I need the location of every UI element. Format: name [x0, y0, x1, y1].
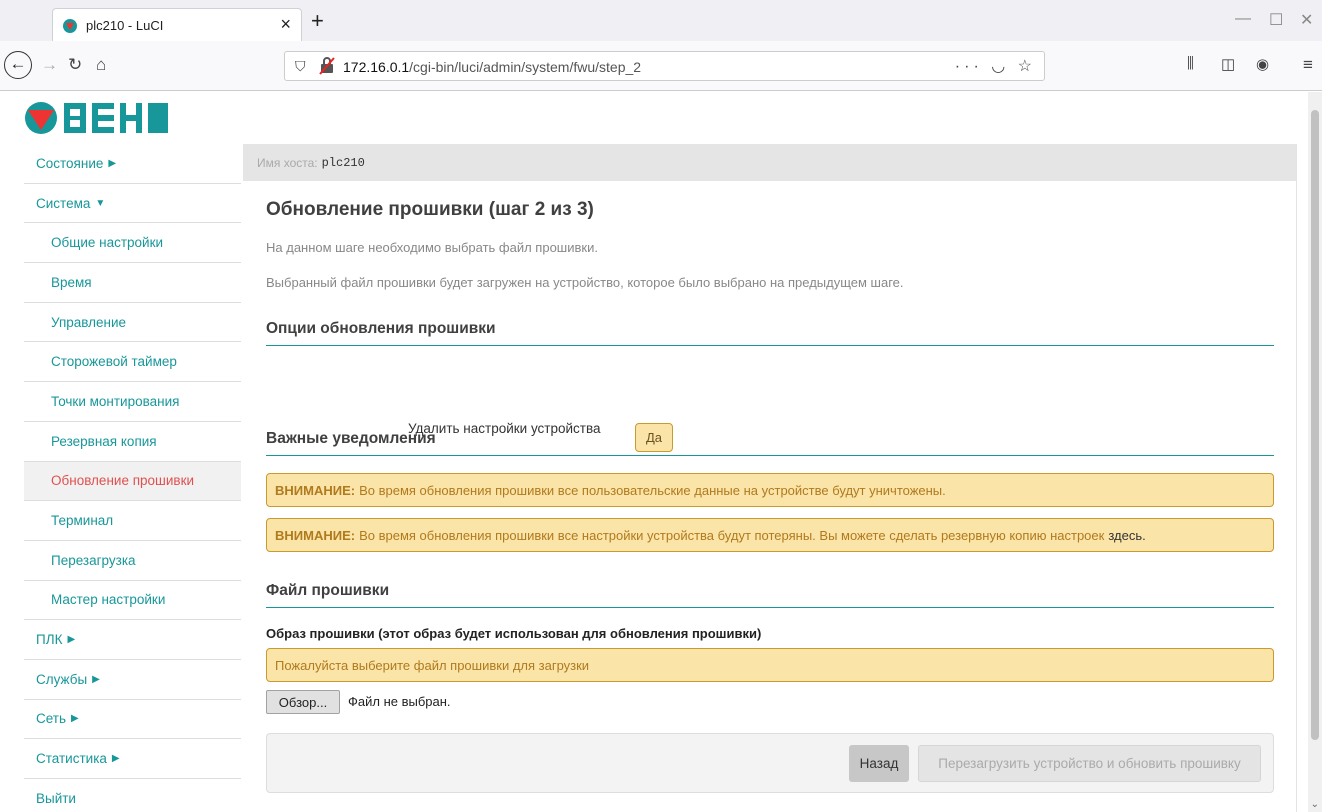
caret-right-icon: ▶ — [108, 157, 117, 169]
sidebar-item-services[interactable]: Службы ▶ — [24, 659, 241, 700]
caret-down-icon: ▼ — [95, 197, 106, 209]
warning-data-loss: ВНИМАНИЕ: Во время обновления прошивки вс… — [266, 473, 1274, 507]
new-tab-icon[interactable]: + — [311, 10, 324, 32]
sidebar: Состояние ▶ Система ▼ Общие настройки Врем… — [24, 144, 241, 812]
sidebar-item-firmware-update[interactable]: Обновление прошивки — [24, 461, 241, 502]
sidebar-item-watchdog[interactable]: Сторожевой таймер — [24, 342, 241, 383]
menu-icon[interactable]: ≡ — [1303, 55, 1313, 75]
close-tab-icon[interactable]: × — [280, 14, 291, 34]
maximize-icon[interactable]: ☐ — [1269, 10, 1283, 30]
sidebar-toggle-icon[interactable]: ◫ — [1221, 55, 1235, 73]
sidebar-item-general[interactable]: Общие настройки — [24, 223, 241, 264]
step-description: На данном шаге необходимо выбрать файл п… — [266, 240, 598, 255]
oven-logo — [25, 102, 168, 134]
favicon-icon — [63, 19, 77, 33]
browser-tabbar: plc210 - LuCI × + — ☐ ✕ — [0, 0, 1322, 42]
sidebar-item-reboot[interactable]: Перезагрузка — [24, 540, 241, 581]
firmware-image-label: Образ прошивки (этот образ будет использ… — [266, 626, 762, 641]
tab-title: plc210 - LuCI — [86, 18, 164, 33]
sidebar-item-system[interactable]: Система ▼ — [24, 183, 241, 224]
page: ^ Состояние▶ Система▼ Общие настройки Вр… — [0, 92, 1322, 812]
sidebar-item-setup-wizard[interactable]: Мастер настройки — [24, 580, 241, 621]
minimize-icon[interactable]: — — [1235, 10, 1251, 28]
hostname-value: plc210 — [321, 155, 365, 170]
insecure-lock-icon[interactable] — [319, 57, 335, 75]
select-file-hint: Пожалуйста выберите файл прошивки для за… — [266, 648, 1274, 682]
sidebar-item-administration[interactable]: Управление — [24, 302, 241, 343]
sidebar-item-time[interactable]: Время — [24, 263, 241, 303]
options-heading: Опции обновления прошивки — [266, 320, 1274, 346]
sidebar-item-terminal[interactable]: Терминал — [24, 501, 241, 541]
pocket-icon[interactable]: ◡ — [991, 58, 1009, 75]
address-bar[interactable]: ⛉ 172.16.0.1/cgi-bin/luci/admin/system/f… — [284, 51, 1045, 81]
backup-link[interactable]: здесь — [1108, 528, 1142, 543]
page-title: Обновление прошивки (шаг 2 из 3) — [266, 199, 594, 220]
sidebar-item-statistics[interactable]: Статистика ▶ — [24, 739, 241, 779]
caret-right-icon: ▶ — [67, 634, 76, 646]
sidebar-item-status[interactable]: Состояние ▶ — [24, 144, 241, 184]
browser-tab[interactable]: plc210 - LuCI × — [52, 8, 302, 42]
forward-icon[interactable]: → — [41, 55, 58, 75]
browser-navbar: ← → ↻ ⌂ ⛉ 172.16.0.1/cgi-bin/luci/admin/… — [0, 41, 1322, 91]
page-scrollbar[interactable]: ⌄ — [1308, 92, 1322, 812]
actions-panel: Назад Перезагрузить устройство и обновит… — [266, 733, 1274, 793]
account-icon[interactable]: ◉ — [1256, 55, 1269, 73]
caret-right-icon: ▶ — [71, 713, 79, 725]
caret-right-icon: ▶ — [92, 673, 100, 685]
page-actions-icon[interactable]: ··· — [955, 58, 983, 75]
caret-right-icon: ▶ — [111, 753, 120, 765]
reload-icon[interactable]: ↻ — [68, 55, 82, 75]
bookmark-star-icon[interactable]: ☆ — [1018, 58, 1036, 75]
notices-heading: Важные уведомления — [266, 430, 1274, 456]
reboot-and-flash-button[interactable]: Перезагрузить устройство и обновить прош… — [918, 745, 1261, 782]
sidebar-item-mount-points[interactable]: Точки монтирования — [24, 382, 241, 422]
upload-description: Выбранный файл прошивки будет загружен н… — [266, 275, 904, 290]
tracking-shield-icon[interactable]: ⛉ — [295, 58, 306, 75]
scroll-down-icon[interactable]: ⌄ — [1311, 799, 1319, 810]
main-content: Имя хоста: plc210 Обновление прошивки (ш… — [243, 144, 1297, 812]
no-file-text: Файл не выбран. — [348, 694, 451, 709]
sidebar-item-backup[interactable]: Резервная копия — [24, 421, 241, 462]
window-close-icon[interactable]: ✕ — [1300, 10, 1313, 30]
back-icon[interactable]: ← — [4, 51, 32, 79]
library-icon[interactable]: ⫼ — [1187, 55, 1194, 72]
firmware-file-heading: Файл прошивки — [266, 582, 1274, 608]
home-icon[interactable]: ⌂ — [96, 55, 106, 75]
sidebar-item-logout[interactable]: Выйти — [24, 779, 241, 812]
hostname-bar: Имя хоста: plc210 — [243, 144, 1296, 181]
scroll-thumb[interactable] — [1311, 110, 1319, 740]
sidebar-item-plc[interactable]: ПЛК ▶ — [24, 620, 241, 660]
sidebar-item-network[interactable]: Сеть ▶ — [24, 699, 241, 740]
url-text: 172.16.0.1/cgi-bin/luci/admin/system/fwu… — [343, 59, 642, 75]
browse-button[interactable]: Обзор... — [266, 690, 340, 714]
warning-settings-loss: ВНИМАНИЕ: Во время обновления прошивки вс… — [266, 518, 1274, 552]
hostname-label: Имя хоста: — [257, 155, 318, 170]
back-button[interactable]: Назад — [849, 745, 909, 782]
